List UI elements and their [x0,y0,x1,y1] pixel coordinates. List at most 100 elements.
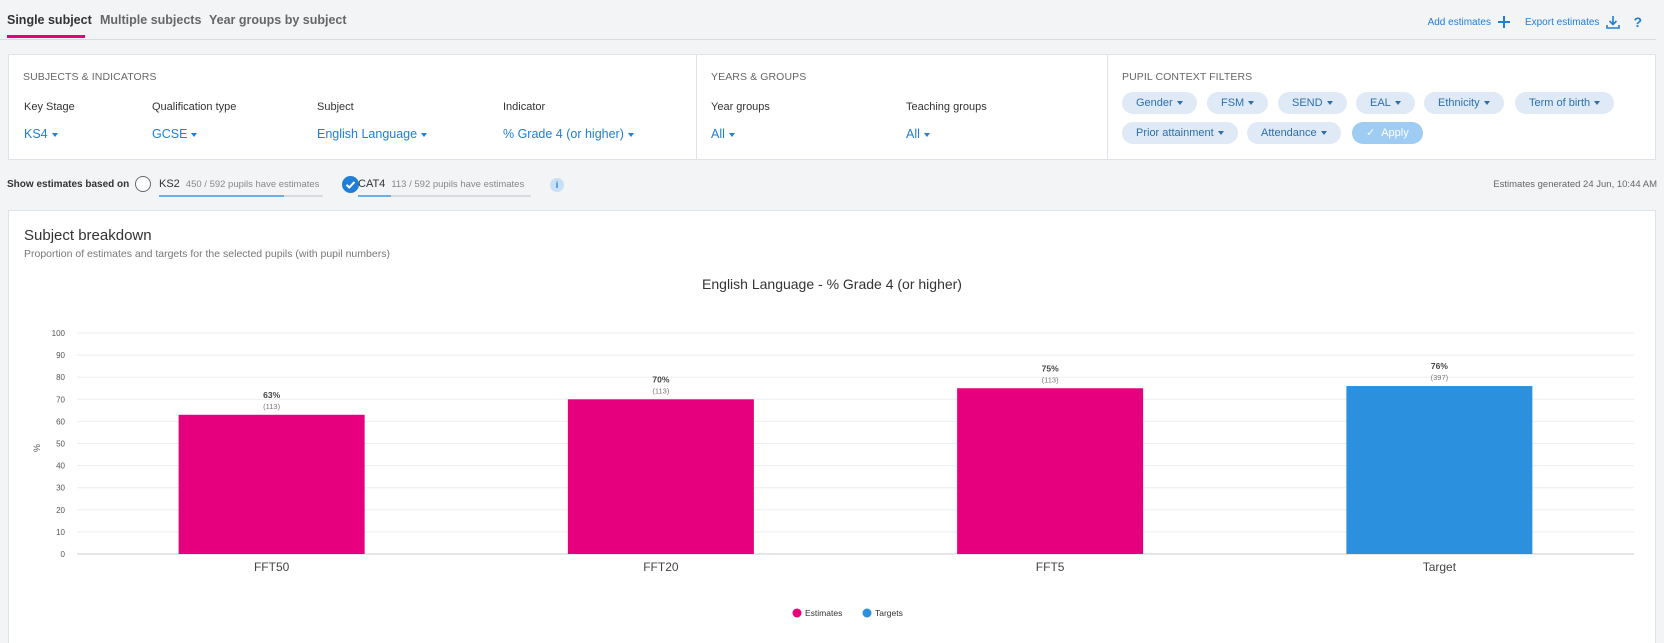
gender-filter[interactable]: Gender [1122,92,1197,114]
attendance-filter[interactable]: Attendance [1247,122,1341,144]
y-tick-label: 100 [52,329,66,338]
fsm-filter[interactable]: FSM [1207,92,1269,114]
y-axis-label: % [32,444,42,452]
pill-label: Attendance [1261,127,1317,139]
bar-chart: English Language - % Grade 4 (or higher)… [32,276,1634,618]
y-tick-label: 60 [56,417,65,426]
export-estimates-label: Export estimates [1524,16,1600,28]
ks2-coverage-bar [159,195,323,197]
send-filter[interactable]: SEND [1278,92,1347,114]
pill-label: Prior attainment [1136,127,1214,139]
estimates-source-row: Show estimates based on KS2 450 / 592 pup… [7,176,1657,197]
cat4-option[interactable]: CAT4 113 / 592 pupils have estimates [358,178,531,197]
bar-count-label: (113) [263,402,280,411]
teaching-groups-dropdown[interactable]: All [906,127,930,141]
cat4-option-name: CAT4 [358,178,386,190]
section-title: SUBJECTS & INDICATORS [23,71,157,83]
cat4-coverage-bar [358,195,531,197]
y-tick-label: 90 [56,351,65,360]
caret-down-icon [728,132,735,137]
y-tick-label: 50 [56,440,65,449]
key-stage-dropdown[interactable]: KS4 [24,127,58,141]
download-icon [1606,16,1621,29]
qualification-type-label: Qualification type [152,101,237,113]
pill-label: EAL [1370,97,1391,109]
estimates-based-on-label: Show estimates based on [7,179,130,190]
caret-down-icon [1320,131,1327,136]
bar-value-label: 76% [1431,361,1448,371]
caret-down-icon [1248,101,1255,106]
indicator-dropdown[interactable]: % Grade 4 (or higher) [503,127,634,141]
caret-down-icon [923,132,930,137]
caret-down-icon [1394,101,1401,106]
caret-down-icon [1217,131,1224,136]
cat4-checkbox[interactable] [342,176,359,193]
add-estimates-label: Add estimates [1427,16,1491,28]
cat4-coverage-fill [358,195,391,197]
indicator-label: Indicator [503,101,546,113]
qualification-type-value: GCSE [152,127,188,141]
bar-value-label: 75% [1042,363,1059,373]
pill-label: Ethnicity [1438,97,1480,109]
x-category-label: FFT20 [643,560,679,574]
year-groups-dropdown[interactable]: All [711,127,735,141]
check-icon [345,181,356,189]
caret-down-icon [421,132,428,137]
check-icon: ✓ [1366,127,1376,139]
apply-label: Apply [1381,127,1409,139]
ks2-pupil-count: 450 / 592 pupils have estimates [185,179,320,190]
active-tab-underline [7,35,85,38]
help-button[interactable]: ? [1633,14,1642,30]
pill-label: Term of birth [1529,97,1591,109]
pupil-context-section: PUPIL CONTEXT FILTERS Gender FSM SEND EA… [1107,55,1655,159]
year-groups-value: All [711,127,725,141]
subject-breakdown-card: Subject breakdown Proportion of estimate… [8,210,1656,643]
teaching-groups-value: All [906,127,920,141]
subjects-indicators-section: SUBJECTS & INDICATORS Key Stage KS4 Qual… [9,55,696,159]
plus-icon [1497,16,1510,28]
legend-label: Estimates [805,608,842,618]
term-of-birth-filter[interactable]: Term of birth [1515,92,1615,114]
year-groups-label: Year groups [711,101,770,113]
y-tick-label: 10 [56,528,65,537]
add-estimates-button[interactable]: Add estimates [1428,15,1511,29]
y-tick-label: 80 [56,373,65,382]
legend-label: Targets [875,608,903,618]
bar-count-label: (113) [1042,375,1059,384]
cat4-pupil-count: 113 / 592 pupils have estimates [391,179,525,190]
y-tick-label: 30 [56,484,65,493]
y-tick-label: 20 [56,506,65,515]
key-stage-label: Key Stage [24,101,75,113]
caret-down-icon [1594,101,1601,106]
ks2-option[interactable]: KS2 450 / 592 pupils have estimates [159,178,323,197]
caret-down-icon [191,132,198,137]
bar-target [1346,386,1533,554]
bar-fft50 [178,414,365,554]
pill-label: Gender [1136,97,1173,109]
ks2-coverage-fill [159,195,284,197]
caret-down-icon [1176,101,1183,106]
pill-label: SEND [1292,97,1323,109]
subject-dropdown[interactable]: English Language [317,127,428,141]
apply-button[interactable]: ✓ Apply [1352,122,1423,144]
eal-filter[interactable]: EAL [1356,92,1415,114]
caret-down-icon [1483,101,1490,106]
x-category-label: Target [1423,560,1457,574]
info-icon[interactable]: i [550,178,564,192]
years-groups-section: YEARS & GROUPS Year groups All Teaching … [696,55,1107,159]
prior-attainment-filter[interactable]: Prior attainment [1122,122,1238,144]
bar-count-label: (113) [652,386,669,395]
pill-label: FSM [1221,97,1245,109]
export-estimates-button[interactable]: Export estimates [1525,14,1621,30]
indicator-value: % Grade 4 (or higher) [503,127,624,141]
tab-year-groups-by-subject[interactable]: Year groups by subject [209,13,347,27]
key-stage-value: KS4 [24,127,48,141]
qualification-type-dropdown[interactable]: GCSE [152,127,198,141]
ks2-radio[interactable] [135,176,151,192]
estimates-generated-timestamp: Estimates generated 24 Jun, 10:44 AM [1493,179,1657,190]
tab-multiple-subjects[interactable]: Multiple subjects [100,13,201,27]
ethnicity-filter[interactable]: Ethnicity [1424,92,1504,114]
x-category-label: FFT5 [1036,560,1065,574]
legend-marker [862,608,872,618]
tab-single-subject[interactable]: Single subject [7,13,92,27]
